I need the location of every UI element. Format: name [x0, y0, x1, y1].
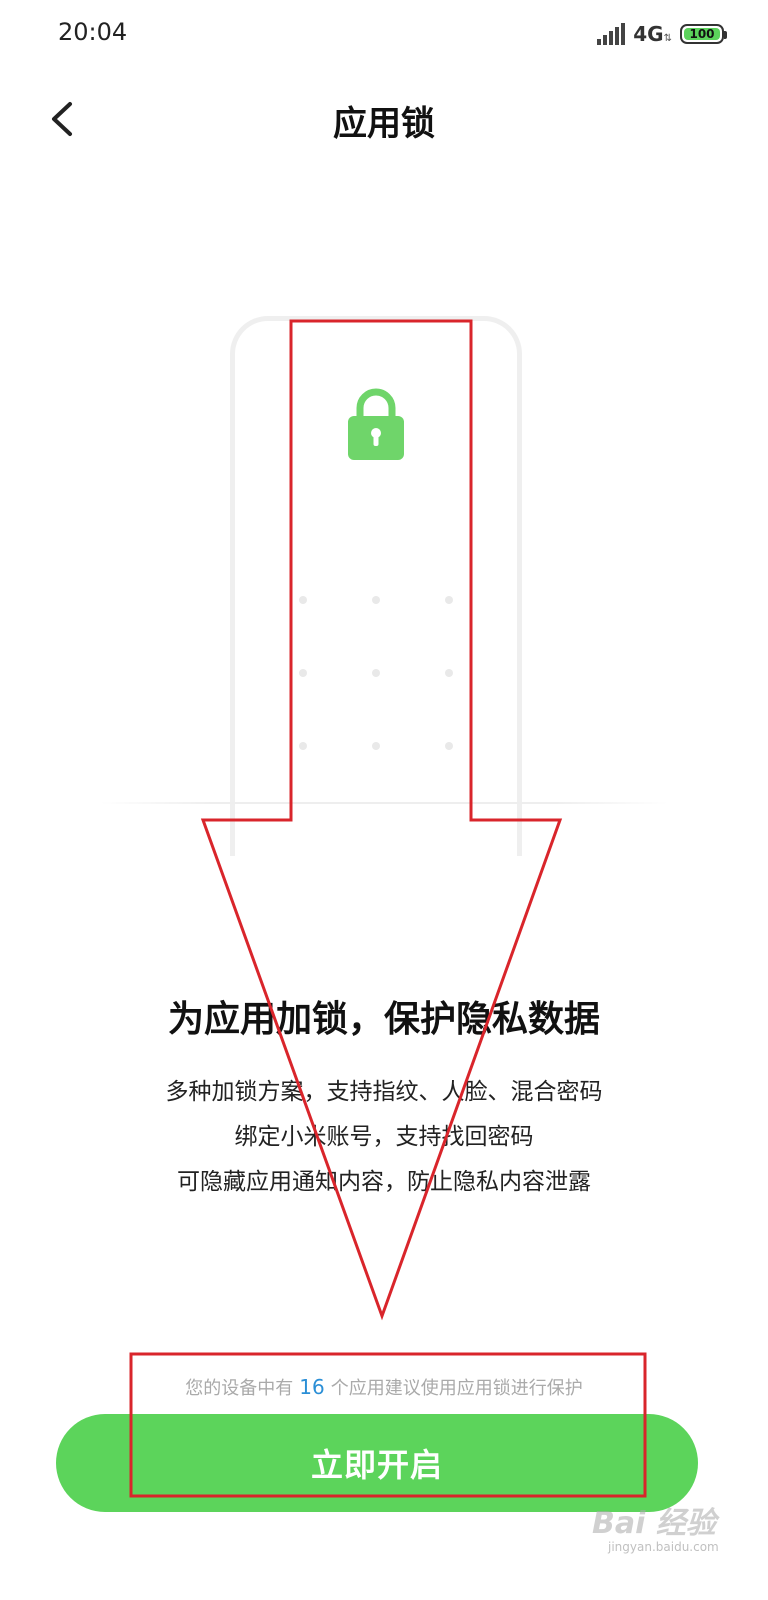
feature-description: 多种加锁方案，支持指纹、人脸、混合密码 绑定小米账号，支持找回密码 可隐藏应用通… — [0, 1070, 768, 1205]
baidu-watermark: Bai 经验 jingyan.baidu.com — [578, 1490, 748, 1560]
pattern-dot — [299, 669, 307, 677]
signal-icon — [597, 23, 626, 45]
description-line: 可隐藏应用通知内容，防止隐私内容泄露 — [177, 1169, 591, 1195]
battery-level: 100 — [689, 27, 715, 41]
status-bar: 20:04 4G⇅ 100 — [0, 0, 768, 70]
lock-icon — [348, 388, 404, 460]
enable-now-label: 立即开启 — [310, 1446, 443, 1484]
illustration-baseline — [100, 802, 668, 804]
pattern-dot — [372, 742, 380, 750]
description-line: 多种加锁方案，支持指纹、人脸、混合密码 — [165, 1079, 603, 1105]
pattern-dot — [372, 669, 380, 677]
pattern-dot — [445, 742, 453, 750]
status-icons: 4G⇅ 100 — [597, 20, 727, 48]
status-time: 20:04 — [58, 18, 128, 46]
description-line: 绑定小米账号，支持找回密码 — [234, 1124, 534, 1150]
page-title: 应用锁 — [333, 104, 435, 144]
watermark-logo: Bai 经验 — [592, 1506, 716, 1541]
suggestion-prefix: 您的设备中有 — [185, 1378, 294, 1399]
suggestion-text: 您的设备中有 16 个应用建议使用应用锁进行保护 — [0, 1374, 768, 1400]
app-lock-illustration — [100, 300, 668, 856]
pattern-dot — [299, 596, 307, 604]
feature-headline: 为应用加锁，保护隐私数据 — [167, 999, 600, 1040]
network-type: 4G⇅ — [633, 22, 672, 46]
battery-icon: 100 — [680, 24, 727, 44]
suggestion-suffix: 个应用建议使用应用锁进行保护 — [330, 1378, 583, 1399]
suggested-app-count: 16 — [299, 1375, 325, 1399]
pattern-dot — [299, 742, 307, 750]
pattern-dot — [372, 596, 380, 604]
pattern-dot — [445, 669, 453, 677]
pattern-dot — [445, 596, 453, 604]
watermark-url: jingyan.baidu.com — [608, 1540, 719, 1554]
